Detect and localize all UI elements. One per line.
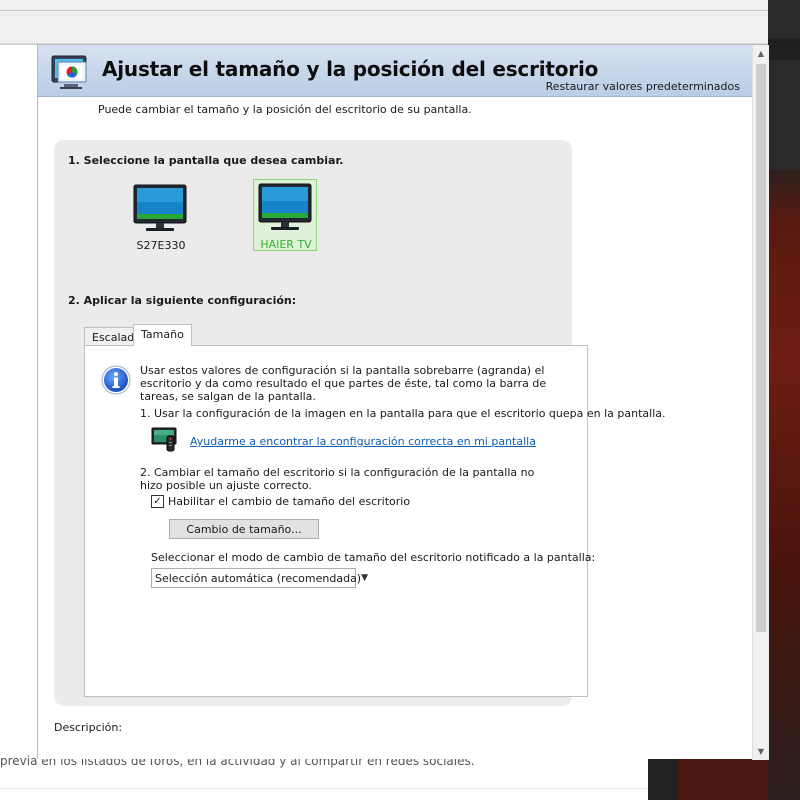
tab-panel-tamano: Usar estos valores de configuración si l…	[84, 345, 666, 697]
page-title: Ajustar el tamaño y la posición del escr…	[102, 57, 599, 81]
scrollbar-thumb[interactable]	[756, 64, 766, 632]
resize-mode-label: Seleccionar el modo de cambio de tamaño …	[151, 551, 596, 564]
resize-mode-value: Selección automática (recomendada)	[155, 571, 362, 585]
tab-tamano[interactable]: Tamaño	[133, 324, 192, 346]
background-desktop-strip	[648, 758, 768, 800]
display-option-haier-tv[interactable]: HAIER TV	[253, 179, 317, 251]
background-window-top	[0, 0, 768, 44]
background-desktop	[768, 0, 800, 800]
step1-heading: 1. Seleccione la pantalla que desea camb…	[68, 154, 344, 167]
enable-resize-option[interactable]: ✓ Habilitar el cambio de tamaño del escr…	[151, 495, 410, 508]
monitor-icon	[133, 184, 187, 231]
page-header: Ajustar el tamaño y la posición del escr…	[38, 45, 752, 97]
display-settings-window: Ajustar el tamaño y la posición del escr…	[37, 44, 769, 760]
resize-mode-select[interactable]: Selección automática (recomendada) ▼	[151, 568, 368, 588]
display-option-s27e330[interactable]: S27E330	[128, 180, 192, 252]
step-b-text: 2. Cambiar el tamaño del escritorio si l…	[140, 466, 535, 492]
info-icon	[101, 365, 131, 395]
help-find-settings-link[interactable]: Ayudarme a encontrar la configuración co…	[190, 435, 536, 448]
enable-resize-label: Habilitar el cambio de tamaño del escrit…	[168, 495, 411, 508]
step2-heading: 2. Aplicar la siguiente configuración:	[68, 294, 297, 307]
resize-button[interactable]: Cambio de tamaño...	[169, 519, 319, 539]
display-settings-icon	[51, 55, 87, 89]
description-label: Descripción:	[54, 721, 123, 734]
restore-defaults-link[interactable]: Restaurar valores predeterminados	[546, 80, 740, 93]
enable-resize-checkbox[interactable]: ✓	[151, 495, 164, 508]
page-subtitle: Puede cambiar el tamaño y la posición de…	[98, 103, 472, 116]
vertical-scrollbar[interactable]: ▲ ▼	[752, 45, 769, 760]
background-window-left	[0, 44, 37, 730]
settings-panel: 1. Seleccione la pantalla que desea camb…	[54, 140, 666, 706]
monitor-icon	[258, 183, 312, 230]
scroll-up-arrow-icon[interactable]: ▲	[753, 45, 769, 62]
display-name-label: S27E330	[136, 239, 186, 252]
step-a-text: 1. Usar la configuración de la imagen en…	[140, 407, 666, 420]
scroll-down-arrow-icon[interactable]: ▼	[753, 743, 769, 760]
chevron-down-icon: ▼	[361, 573, 369, 583]
display-name-label: HAIER TV	[260, 238, 312, 251]
tv-remote-icon	[151, 427, 177, 452]
info-text: Usar estos valores de configuración si l…	[140, 364, 547, 403]
